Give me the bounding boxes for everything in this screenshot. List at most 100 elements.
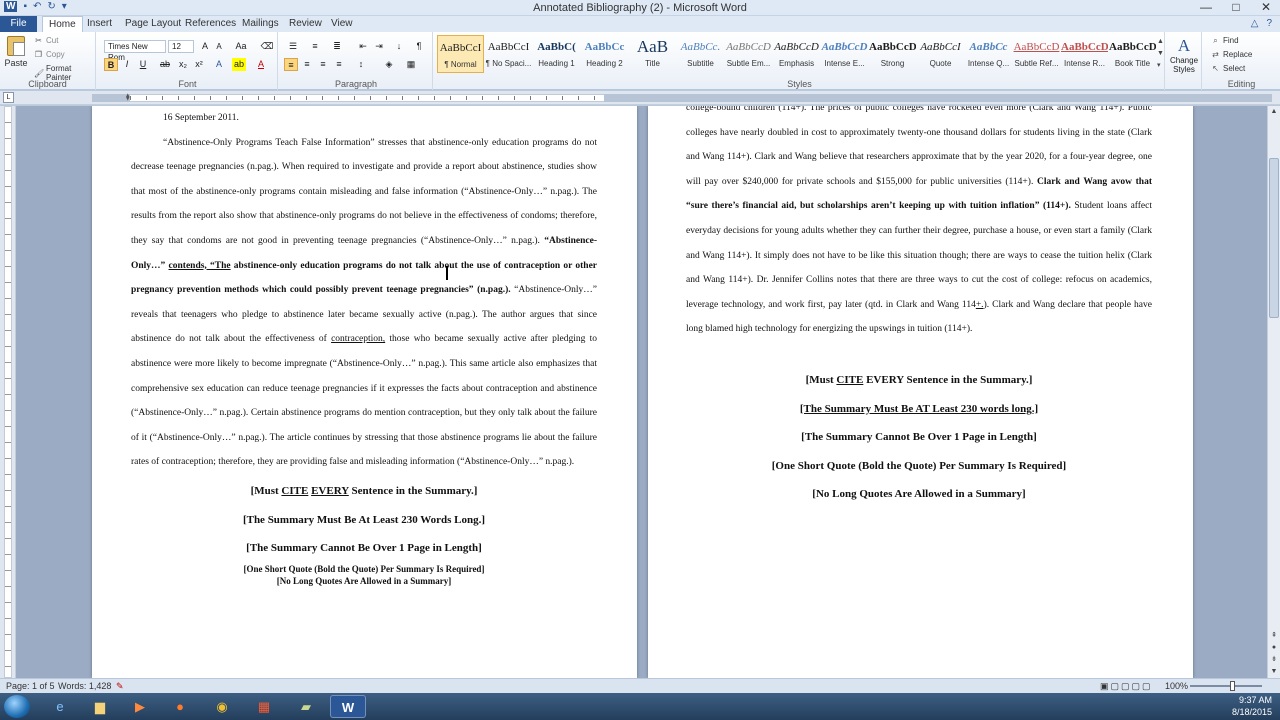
style-heading-1[interactable]: AaBbC(Heading 1 bbox=[533, 35, 580, 73]
app-icon[interactable]: ▦ bbox=[246, 695, 282, 718]
show-formatting-button[interactable]: ¶ bbox=[412, 40, 426, 53]
tab-insert[interactable]: Insert bbox=[81, 16, 118, 32]
horizontal-ruler[interactable]: L ⧫ bbox=[0, 91, 1280, 105]
firefox-icon[interactable]: ● bbox=[162, 695, 198, 718]
page-2-body[interactable]: college-bound children (114+). The price… bbox=[686, 106, 1152, 509]
minimize-button[interactable]: — bbox=[1198, 0, 1214, 14]
minimize-ribbon-icon[interactable]: △ bbox=[1251, 18, 1259, 29]
shrink-font-button[interactable]: A bbox=[212, 40, 226, 53]
style-strong[interactable]: AaBbCcD Strong bbox=[869, 35, 916, 73]
select-button[interactable]: ↖ Select bbox=[1211, 64, 1245, 73]
style-heading-2[interactable]: AaBbCc Heading 2 bbox=[581, 35, 628, 73]
styles-scroll-arrows-icon[interactable]: ▲ ▼ ▾ bbox=[1157, 36, 1165, 72]
copy-button[interactable]: ❐ Copy bbox=[34, 50, 65, 59]
scroll-thumb[interactable] bbox=[1269, 158, 1279, 318]
summary-paragraph-2[interactable]: college-bound children (114+). The price… bbox=[686, 106, 1152, 342]
style-subtitle[interactable]: AaBbCc. Subtitle bbox=[677, 35, 724, 73]
tab-view[interactable]: View bbox=[325, 16, 359, 32]
page-count[interactable]: Page: 1 of 5 bbox=[6, 681, 55, 691]
change-styles-button[interactable]: A Change Styles bbox=[1170, 36, 1198, 74]
word-taskbar-icon[interactable]: W bbox=[330, 695, 366, 718]
style-quote[interactable]: AaBbCcI Quote bbox=[917, 35, 964, 73]
summary-paragraph[interactable]: “Abstinence-Only Programs Teach False In… bbox=[131, 131, 597, 475]
tab-page-layout[interactable]: Page Layout bbox=[119, 16, 187, 32]
find-button[interactable]: ⌕ Find bbox=[1211, 36, 1238, 45]
tab-selector-icon[interactable]: L bbox=[3, 92, 14, 103]
indent-marker-icon[interactable]: ⧫ bbox=[126, 93, 129, 101]
tab-mailings[interactable]: Mailings bbox=[236, 16, 285, 32]
align-right-button[interactable]: ≡ bbox=[316, 58, 330, 71]
prev-page-icon[interactable]: ⇞ bbox=[1268, 630, 1280, 642]
align-center-button[interactable]: ≡ bbox=[300, 58, 314, 71]
media-player-icon[interactable]: ▶ bbox=[122, 695, 158, 718]
vertical-scrollbar[interactable]: ▲ ⇞ ● ⇟ ▼ bbox=[1267, 106, 1280, 678]
internet-explorer-icon[interactable]: e bbox=[42, 695, 78, 718]
bold-button[interactable]: B bbox=[104, 58, 118, 71]
bullets-button[interactable]: ☰ bbox=[286, 40, 300, 53]
style-emphasis[interactable]: AaBbCcD Emphasis bbox=[773, 35, 820, 73]
page-1-body[interactable]: 16 September 2011. “Abstinence-Only Prog… bbox=[131, 106, 597, 587]
scroll-down-icon[interactable]: ▼ bbox=[1268, 666, 1280, 678]
zoom-slider[interactable] bbox=[1190, 685, 1262, 687]
maximize-button[interactable]: □ bbox=[1228, 0, 1244, 14]
zoom-slider-thumb[interactable] bbox=[1230, 681, 1235, 691]
italic-button[interactable]: I bbox=[120, 58, 134, 71]
underline-button[interactable]: U bbox=[136, 58, 150, 71]
brush-icon: 🖌 bbox=[34, 68, 45, 78]
tab-references[interactable]: References bbox=[179, 16, 242, 32]
strikethrough-button[interactable]: ab bbox=[158, 58, 172, 71]
borders-button[interactable]: ▦ bbox=[404, 58, 418, 71]
notes-app-icon[interactable]: ▰ bbox=[288, 695, 324, 718]
start-button[interactable] bbox=[4, 695, 30, 718]
font-size-select[interactable]: 12 bbox=[168, 40, 194, 53]
zoom-level[interactable]: 100% bbox=[1165, 681, 1188, 691]
clear-formatting-button[interactable]: ⌫ bbox=[260, 40, 274, 53]
proofing-icon[interactable]: ✎ bbox=[116, 681, 124, 692]
shading-button[interactable]: ◈ bbox=[382, 58, 396, 71]
style-intense-reference[interactable]: AaBbCcD Intense R... bbox=[1061, 35, 1108, 73]
tab-review[interactable]: Review bbox=[283, 16, 328, 32]
style-title[interactable]: AaB Title bbox=[629, 35, 676, 73]
document-page-2[interactable]: college-bound children (114+). The price… bbox=[648, 106, 1193, 678]
cut-button[interactable]: ✂ Cut bbox=[34, 36, 58, 45]
subscript-button[interactable]: x₂ bbox=[176, 58, 190, 71]
sort-button[interactable]: ↓ bbox=[392, 40, 406, 53]
view-buttons-icon[interactable]: ▣▢▢▢▢ bbox=[1100, 681, 1153, 692]
next-page-icon[interactable]: ⇟ bbox=[1268, 654, 1280, 666]
style-intense-emphasis[interactable]: AaBbCcD Intense E... bbox=[821, 35, 868, 73]
file-explorer-icon[interactable]: ▆ bbox=[82, 695, 118, 718]
change-case-button[interactable]: Aa bbox=[234, 40, 248, 53]
browse-object-icon[interactable]: ● bbox=[1268, 642, 1280, 654]
justify-button[interactable]: ≡ bbox=[332, 58, 346, 71]
style-subtle-emphasis[interactable]: AaBbCcD Subtle Em... bbox=[725, 35, 772, 73]
multilevel-list-button[interactable]: ≣ bbox=[330, 40, 344, 53]
paste-button[interactable]: Paste bbox=[4, 36, 28, 70]
text-effects-button[interactable]: A bbox=[212, 58, 226, 71]
style-book-title[interactable]: AaBbCcD Book Title bbox=[1109, 35, 1156, 73]
decrease-indent-button[interactable]: ⇤ bbox=[356, 40, 370, 53]
tab-home[interactable]: Home bbox=[42, 16, 83, 32]
help-icon[interactable]: ? bbox=[1266, 18, 1272, 29]
superscript-button[interactable]: x² bbox=[192, 58, 206, 71]
increase-indent-button[interactable]: ⇥ bbox=[372, 40, 386, 53]
replace-button[interactable]: ⇄ Replace bbox=[1211, 50, 1252, 59]
system-tray-clock[interactable]: 9:37 AM 8/18/2015 bbox=[1232, 694, 1272, 718]
font-name-select[interactable]: Times New Rom bbox=[104, 40, 166, 62]
close-button[interactable]: ✕ bbox=[1258, 0, 1274, 14]
style-subtle-reference[interactable]: AaBbCcD Subtle Ref... bbox=[1013, 35, 1060, 73]
line-spacing-button[interactable]: ↕ bbox=[354, 58, 368, 71]
document-area[interactable]: 16 September 2011. “Abstinence-Only Prog… bbox=[16, 106, 1267, 678]
grow-font-button[interactable]: A bbox=[198, 40, 212, 53]
style-no-spacing[interactable]: AaBbCcI ¶ No Spaci... bbox=[485, 35, 532, 73]
numbering-button[interactable]: ≡ bbox=[308, 40, 322, 53]
word-count[interactable]: Words: 1,428 bbox=[58, 681, 111, 691]
document-page-1[interactable]: 16 September 2011. “Abstinence-Only Prog… bbox=[92, 106, 637, 678]
scroll-up-icon[interactable]: ▲ bbox=[1268, 106, 1280, 118]
tab-file[interactable]: File bbox=[0, 16, 37, 32]
highlight-button[interactable]: ab bbox=[232, 58, 246, 71]
style-normal[interactable]: AaBbCcI ¶ Normal bbox=[437, 35, 484, 73]
font-color-button[interactable]: A bbox=[254, 58, 268, 71]
align-left-button[interactable]: ≡ bbox=[284, 58, 298, 71]
chrome-icon[interactable]: ◉ bbox=[204, 695, 240, 718]
style-intense-quote[interactable]: AaBbCc Intense Q... bbox=[965, 35, 1012, 73]
